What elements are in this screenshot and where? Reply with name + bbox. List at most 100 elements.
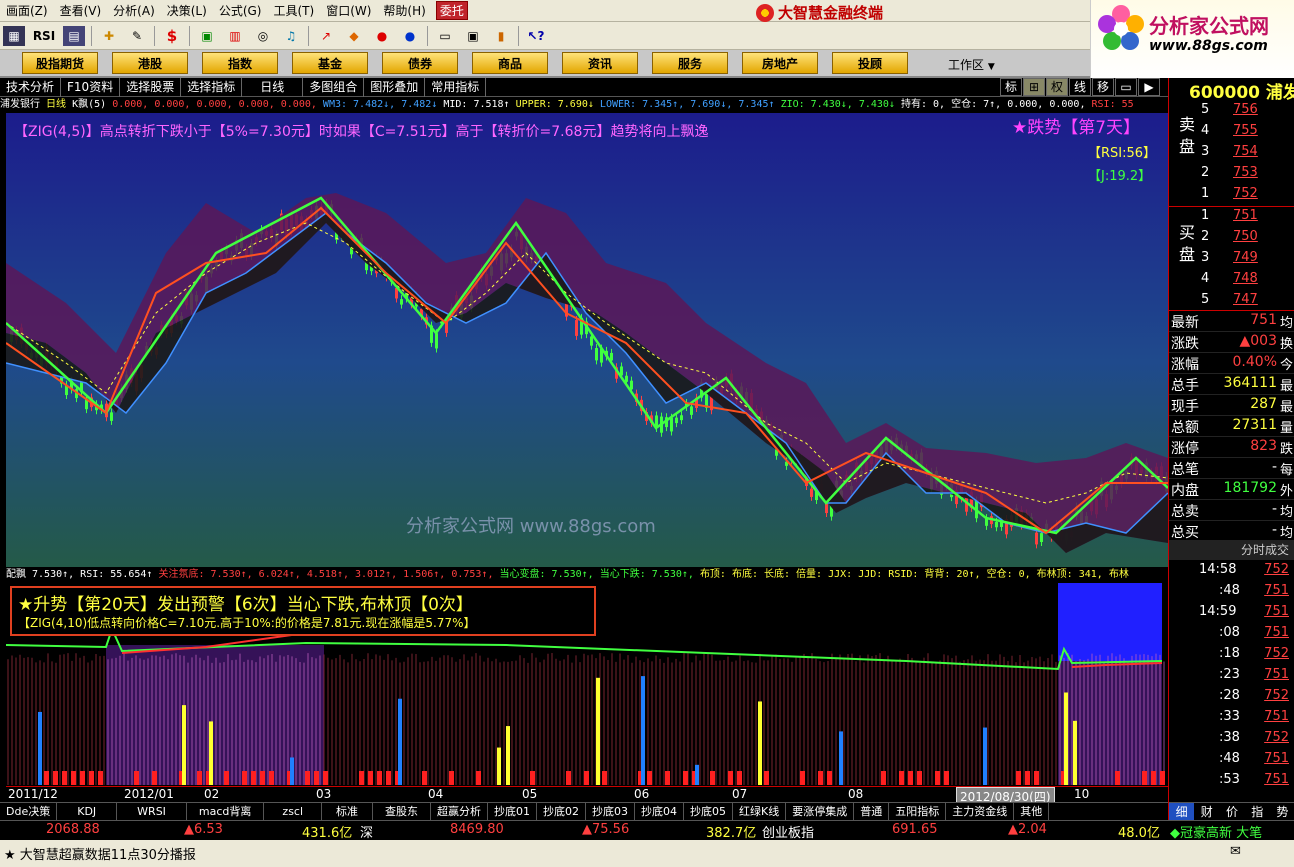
right-tab-price[interactable]: 价 [1219,803,1244,820]
crosshair-icon[interactable]: ✚ [98,26,120,46]
chili-icon[interactable]: ● [371,26,393,46]
tick-row[interactable]: :23 751 [1169,667,1294,688]
tab-overlay[interactable]: 图形叠加 [364,77,426,97]
tick-row[interactable]: :48 751 [1169,751,1294,772]
tick-row[interactable]: :33 751 [1169,709,1294,730]
tick-row[interactable]: 14:59 751 [1169,604,1294,625]
ind-tab[interactable]: KDJ [57,802,118,821]
menu-item-trade[interactable]: 委托 [435,1,468,20]
line-button[interactable]: 线 [1069,78,1091,96]
mark-button[interactable]: 标 [1000,78,1022,96]
tab-f10[interactable]: F10资料 [61,77,121,97]
workspace-button[interactable]: 工作区 ▼ [948,56,995,73]
ind-tab[interactable]: zscl [264,802,323,821]
ind-tab[interactable]: 其他 [1014,802,1050,821]
flag-icon[interactable]: ▣ [196,26,218,46]
move-button[interactable]: 移 [1092,78,1114,96]
category-fund[interactable]: 基金 [292,52,368,74]
ruler-icon[interactable]: ✎ [126,26,148,46]
tab-select-indicator[interactable]: 选择指标 [181,77,243,97]
ind-tab[interactable]: 抄底04 [635,802,685,821]
ind-tab[interactable]: 抄底02 [537,802,587,821]
category-futures[interactable]: 股指期货 [22,52,98,74]
ind-tab[interactable]: 抄底01 [488,802,538,821]
menu-item-tools[interactable]: 工具(T) [267,2,320,19]
tab-common-indicator[interactable]: 常用指标 [425,77,487,97]
binoculars-icon[interactable]: ◎ [252,26,274,46]
tick-row[interactable]: :08 751 [1169,625,1294,646]
next-icon[interactable]: ▶ [1138,78,1160,96]
tab-multi-chart[interactable]: 多图组合 [303,77,365,97]
table-icon[interactable]: ▤ [63,25,85,46]
ind-tab[interactable]: 超赢分析 [431,802,489,821]
mail-icon[interactable]: ✉ [1230,844,1241,859]
window-icon[interactable]: ▣ [462,26,484,46]
right-tab-finance[interactable]: 财 [1194,803,1219,820]
ind-tab[interactable]: 标准 [322,802,374,821]
category-hk[interactable]: 港股 [112,52,188,74]
ind-tab[interactable]: macd背离 [187,802,265,821]
rights-button[interactable]: 权 [1046,78,1068,96]
ind-tab[interactable]: 抄底03 [586,802,636,821]
help-cursor-icon[interactable]: ↖? [525,26,547,46]
plus-icon[interactable]: ⊞ [1023,78,1045,96]
bid-row[interactable]: 4 748 [1169,271,1294,292]
tick-row[interactable]: 14:58 752 [1169,562,1294,583]
tab-technical[interactable]: 技术分析 [0,77,62,97]
ind-tab[interactable]: 要涨停集成 [786,802,855,821]
ind-tab[interactable]: WRSI [117,802,187,821]
ind-tab[interactable]: 普通 [854,802,890,821]
menu-item-decision[interactable]: 决策(L) [161,2,213,19]
tick-row[interactable]: :38 752 [1169,730,1294,751]
status-text[interactable]: ★ 大智慧超赢数据11点30分播报 [4,844,196,863]
right-tab-index[interactable]: 指 [1245,803,1270,820]
category-realestate[interactable]: 房地产 [742,52,818,74]
ask-row[interactable]: 4 755 [1169,123,1294,144]
bid-row[interactable]: 5 747 [1169,292,1294,313]
arrow-icon[interactable]: ↗ [315,26,337,46]
right-tab-detail[interactable]: 细 [1169,803,1195,820]
ind-tab[interactable]: 五阳指标 [889,802,947,821]
minimize-icon[interactable]: ▭ [1115,78,1137,96]
kline-chart[interactable] [6,113,1168,567]
grid-icon[interactable]: ▦ [3,25,25,46]
category-bond[interactable]: 债券 [382,52,458,74]
category-service[interactable]: 服务 [652,52,728,74]
tab-daily[interactable]: 日线 [242,77,304,97]
ind-tab[interactable]: 查股东 [373,802,432,821]
ask-row[interactable]: 1 752 [1169,186,1294,207]
bid-row[interactable]: 1 751 [1169,208,1294,229]
menu-item-formula[interactable]: 公式(G) [213,2,268,19]
ask-row[interactable]: 2 753 [1169,165,1294,186]
rsi-button[interactable]: RSI [31,26,57,46]
category-advisor[interactable]: 投顾 [832,52,908,74]
menu-item-screen[interactable]: 画面(Z) [0,2,54,19]
ind-tab[interactable]: 抄底05 [684,802,734,821]
menu-item-help[interactable]: 帮助(H) [377,2,431,19]
ind-tab[interactable]: 主力资金线 [946,802,1015,821]
blue-circle-icon[interactable]: ● [399,26,421,46]
tick-row[interactable]: :28 752 [1169,688,1294,709]
printer-icon[interactable]: ▭ [434,26,456,46]
ask-row[interactable]: 5 756 [1169,102,1294,123]
tab-select-stock[interactable]: 选择股票 [120,77,182,97]
ask-row[interactable]: 3 754 [1169,144,1294,165]
ind-tab[interactable]: 红绿K线 [733,802,787,821]
dollar-button[interactable]: $ [161,26,183,46]
diamond-icon[interactable]: ◆ [343,26,365,46]
menu-item-view[interactable]: 查看(V) [54,2,108,19]
category-index[interactable]: 指数 [202,52,278,74]
menu-item-window[interactable]: 窗口(W) [320,2,377,19]
category-news[interactable]: 资讯 [562,52,638,74]
tick-row[interactable]: :18 752 [1169,646,1294,667]
bid-row[interactable]: 3 749 [1169,250,1294,271]
tick-row[interactable]: :48 751 [1169,583,1294,604]
bid-row[interactable]: 2 750 [1169,229,1294,250]
bell-icon[interactable]: ♫ [280,26,302,46]
ticker-stock-alert[interactable]: ◆冠豪高新 大笔 [1170,822,1262,841]
books-icon[interactable]: ▮ [490,26,512,46]
bars-icon[interactable]: ▥ [224,26,246,46]
category-commodity[interactable]: 商品 [472,52,548,74]
right-tab-trend[interactable]: 势 [1270,803,1294,820]
tick-row[interactable]: :53 751 [1169,772,1294,793]
